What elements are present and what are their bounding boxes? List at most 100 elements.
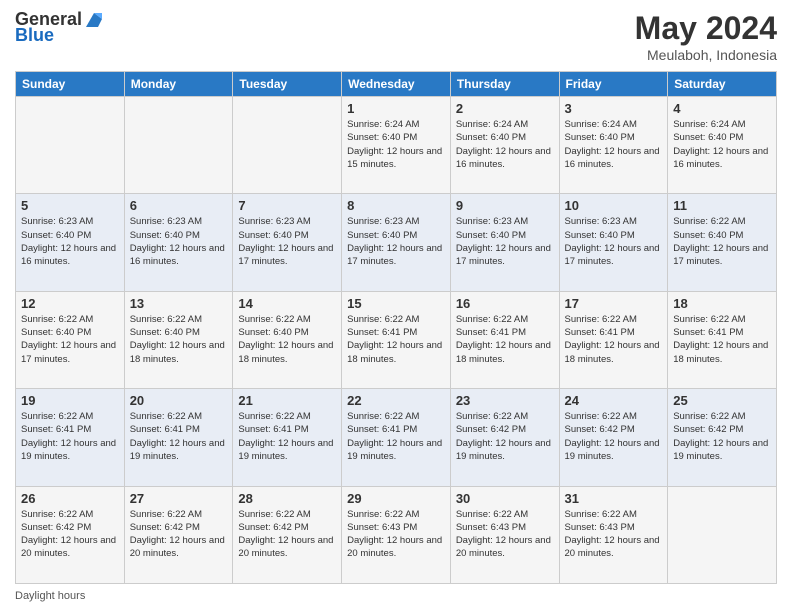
calendar-day-header: Sunday — [16, 72, 125, 97]
day-info: Sunrise: 6:24 AM Sunset: 6:40 PM Dayligh… — [456, 118, 554, 171]
day-number: 2 — [456, 101, 554, 116]
day-info: Sunrise: 6:22 AM Sunset: 6:43 PM Dayligh… — [456, 508, 554, 561]
calendar-cell: 22 Sunrise: 6:22 AM Sunset: 6:41 PM Dayli… — [342, 389, 451, 486]
day-info: Sunrise: 6:23 AM Sunset: 6:40 PM Dayligh… — [238, 215, 336, 268]
calendar-week-row: 19 Sunrise: 6:22 AM Sunset: 6:41 PM Dayli… — [16, 389, 777, 486]
day-info: Sunrise: 6:22 AM Sunset: 6:40 PM Dayligh… — [673, 215, 771, 268]
calendar-week-row: 26 Sunrise: 6:22 AM Sunset: 6:42 PM Dayli… — [16, 486, 777, 583]
day-number: 13 — [130, 296, 228, 311]
calendar-cell: 25 Sunrise: 6:22 AM Sunset: 6:42 PM Dayli… — [668, 389, 777, 486]
day-number: 24 — [565, 393, 663, 408]
day-number: 21 — [238, 393, 336, 408]
calendar-cell: 21 Sunrise: 6:22 AM Sunset: 6:41 PM Dayli… — [233, 389, 342, 486]
day-number: 9 — [456, 198, 554, 213]
day-number: 30 — [456, 491, 554, 506]
main-title: May 2024 — [635, 10, 777, 47]
calendar-week-row: 5 Sunrise: 6:23 AM Sunset: 6:40 PM Daylig… — [16, 194, 777, 291]
day-number: 7 — [238, 198, 336, 213]
footer-note: Daylight hours — [15, 590, 777, 602]
day-info: Sunrise: 6:22 AM Sunset: 6:40 PM Dayligh… — [21, 313, 119, 366]
day-number: 14 — [238, 296, 336, 311]
day-info: Sunrise: 6:23 AM Sunset: 6:40 PM Dayligh… — [565, 215, 663, 268]
day-number: 29 — [347, 491, 445, 506]
calendar-day-header: Monday — [124, 72, 233, 97]
day-info: Sunrise: 6:22 AM Sunset: 6:42 PM Dayligh… — [456, 410, 554, 463]
calendar-cell: 9Sunrise: 6:23 AM Sunset: 6:40 PM Daylig… — [450, 194, 559, 291]
day-info: Sunrise: 6:22 AM Sunset: 6:41 PM Dayligh… — [565, 313, 663, 366]
day-info: Sunrise: 6:22 AM Sunset: 6:41 PM Dayligh… — [673, 313, 771, 366]
day-info: Sunrise: 6:24 AM Sunset: 6:40 PM Dayligh… — [347, 118, 445, 171]
day-info: Sunrise: 6:22 AM Sunset: 6:41 PM Dayligh… — [347, 410, 445, 463]
day-number: 31 — [565, 491, 663, 506]
day-info: Sunrise: 6:22 AM Sunset: 6:42 PM Dayligh… — [130, 508, 228, 561]
day-info: Sunrise: 6:22 AM Sunset: 6:40 PM Dayligh… — [130, 313, 228, 366]
calendar-cell: 4 Sunrise: 6:24 AM Sunset: 6:40 PM Daylig… — [668, 97, 777, 194]
calendar-cell: 18Sunrise: 6:22 AM Sunset: 6:41 PM Dayli… — [668, 291, 777, 388]
day-info: Sunrise: 6:22 AM Sunset: 6:41 PM Dayligh… — [347, 313, 445, 366]
calendar-cell: 19 Sunrise: 6:22 AM Sunset: 6:41 PM Dayli… — [16, 389, 125, 486]
day-info: Sunrise: 6:22 AM Sunset: 6:41 PM Dayligh… — [238, 410, 336, 463]
calendar-cell: 10Sunrise: 6:23 AM Sunset: 6:40 PM Dayli… — [559, 194, 668, 291]
header: General Blue May 2024 Meulaboh, Indonesi… — [15, 10, 777, 63]
day-number: 11 — [673, 198, 771, 213]
day-number: 22 — [347, 393, 445, 408]
day-number: 4 — [673, 101, 771, 116]
logo: General Blue — [15, 10, 104, 46]
day-info: Sunrise: 6:22 AM Sunset: 6:41 PM Dayligh… — [456, 313, 554, 366]
calendar-cell: 31 Sunrise: 6:22 AM Sunset: 6:43 PM Dayli… — [559, 486, 668, 583]
calendar-cell: 23 Sunrise: 6:22 AM Sunset: 6:42 PM Dayli… — [450, 389, 559, 486]
day-info: Sunrise: 6:22 AM Sunset: 6:42 PM Dayligh… — [21, 508, 119, 561]
calendar-cell: 26 Sunrise: 6:22 AM Sunset: 6:42 PM Dayli… — [16, 486, 125, 583]
day-number: 15 — [347, 296, 445, 311]
calendar-cell: 5Sunrise: 6:23 AM Sunset: 6:40 PM Daylig… — [16, 194, 125, 291]
day-number: 6 — [130, 198, 228, 213]
title-area: May 2024 Meulaboh, Indonesia — [635, 10, 777, 63]
day-info: Sunrise: 6:22 AM Sunset: 6:41 PM Dayligh… — [130, 410, 228, 463]
day-number: 27 — [130, 491, 228, 506]
day-info: Sunrise: 6:22 AM Sunset: 6:43 PM Dayligh… — [565, 508, 663, 561]
day-number: 26 — [21, 491, 119, 506]
calendar-cell — [124, 97, 233, 194]
calendar-day-header: Wednesday — [342, 72, 451, 97]
calendar-cell: 13 Sunrise: 6:22 AM Sunset: 6:40 PM Dayli… — [124, 291, 233, 388]
calendar-cell: 6Sunrise: 6:23 AM Sunset: 6:40 PM Daylig… — [124, 194, 233, 291]
day-info: Sunrise: 6:24 AM Sunset: 6:40 PM Dayligh… — [565, 118, 663, 171]
calendar-header-row: SundayMondayTuesdayWednesdayThursdayFrid… — [16, 72, 777, 97]
calendar-cell: 16Sunrise: 6:22 AM Sunset: 6:41 PM Dayli… — [450, 291, 559, 388]
calendar-day-header: Friday — [559, 72, 668, 97]
day-number: 17 — [565, 296, 663, 311]
calendar-day-header: Tuesday — [233, 72, 342, 97]
calendar-cell: 12 Sunrise: 6:22 AM Sunset: 6:40 PM Dayli… — [16, 291, 125, 388]
day-number: 20 — [130, 393, 228, 408]
calendar-day-header: Thursday — [450, 72, 559, 97]
subtitle: Meulaboh, Indonesia — [635, 47, 777, 63]
day-info: Sunrise: 6:22 AM Sunset: 6:43 PM Dayligh… — [347, 508, 445, 561]
day-number: 25 — [673, 393, 771, 408]
day-info: Sunrise: 6:22 AM Sunset: 6:41 PM Dayligh… — [21, 410, 119, 463]
day-number: 3 — [565, 101, 663, 116]
calendar-cell — [668, 486, 777, 583]
calendar-table: SundayMondayTuesdayWednesdayThursdayFrid… — [15, 71, 777, 584]
calendar-cell: 1Sunrise: 6:24 AM Sunset: 6:40 PM Daylig… — [342, 97, 451, 194]
day-info: Sunrise: 6:22 AM Sunset: 6:42 PM Dayligh… — [673, 410, 771, 463]
calendar-cell: 15 Sunrise: 6:22 AM Sunset: 6:41 PM Dayli… — [342, 291, 451, 388]
calendar-cell: 3 Sunrise: 6:24 AM Sunset: 6:40 PM Daylig… — [559, 97, 668, 194]
calendar-cell: 30 Sunrise: 6:22 AM Sunset: 6:43 PM Dayli… — [450, 486, 559, 583]
calendar-cell: 24 Sunrise: 6:22 AM Sunset: 6:42 PM Dayli… — [559, 389, 668, 486]
calendar-cell: 7 Sunrise: 6:23 AM Sunset: 6:40 PM Daylig… — [233, 194, 342, 291]
page: General Blue May 2024 Meulaboh, Indonesi… — [0, 0, 792, 612]
calendar-cell: 27 Sunrise: 6:22 AM Sunset: 6:42 PM Dayli… — [124, 486, 233, 583]
calendar-cell: 11 Sunrise: 6:22 AM Sunset: 6:40 PM Dayli… — [668, 194, 777, 291]
calendar-cell — [233, 97, 342, 194]
day-info: Sunrise: 6:22 AM Sunset: 6:42 PM Dayligh… — [565, 410, 663, 463]
calendar-cell: 14 Sunrise: 6:22 AM Sunset: 6:40 PM Dayli… — [233, 291, 342, 388]
day-number: 23 — [456, 393, 554, 408]
calendar-cell: 20 Sunrise: 6:22 AM Sunset: 6:41 PM Dayli… — [124, 389, 233, 486]
day-info: Sunrise: 6:24 AM Sunset: 6:40 PM Dayligh… — [673, 118, 771, 171]
calendar-cell: 28Sunrise: 6:22 AM Sunset: 6:42 PM Dayli… — [233, 486, 342, 583]
day-number: 19 — [21, 393, 119, 408]
day-number: 8 — [347, 198, 445, 213]
day-number: 5 — [21, 198, 119, 213]
day-info: Sunrise: 6:22 AM Sunset: 6:40 PM Dayligh… — [238, 313, 336, 366]
day-number: 12 — [21, 296, 119, 311]
